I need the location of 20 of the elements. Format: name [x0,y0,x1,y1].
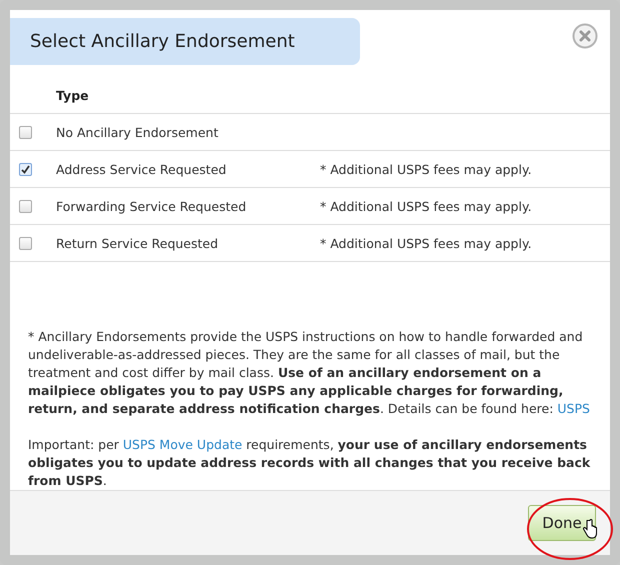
checkbox[interactable] [18,236,32,250]
type-cell-text: Forwarding Service Requested [56,198,248,214]
info-paragraph: * Ancillary Endorsements provide the USPS instructions on how to handle forwarded and undeliverable-as-addressed pieces. They are the same for all classes of mail, but the treatment and cost differ by mail class. Use of an ancillary endorsement on a mailpiece obligates you to pay USPS any applicable charges for forwarding, return, and separate address notification charges. Details can be found here: USPS [28,328,591,418]
close-icon[interactable] [572,23,598,49]
info-paragraph: Important: per USPS Move Update requirements, your use of ancillary endorsements obligates you to update address records with all changes that you receive back from USPS. [28,436,592,490]
type-cell-text: Address Service Requested [56,162,228,176]
fee-note: * Additional USPS fees may apply. [320,198,533,214]
column-header: Type [56,88,90,102]
checkbox[interactable] [18,162,32,176]
link[interactable]: USPS Move Update [122,437,242,452]
dialog-title: Select Ancillary Endorsement [10,18,360,65]
fee-note: * Additional USPS fees may apply. [320,162,533,176]
hand-cursor-icon [582,519,598,539]
checkbox[interactable] [18,200,32,212]
fee-note: * Additional USPS fees may apply. [320,236,533,250]
type-cell-text: No Ancillary Endorsement [56,124,220,140]
type-cell-text: Return Service Requested [56,236,220,250]
done-button[interactable]: Done [528,505,596,541]
checkbox[interactable] [18,126,32,138]
link[interactable]: USPS [557,401,590,416]
